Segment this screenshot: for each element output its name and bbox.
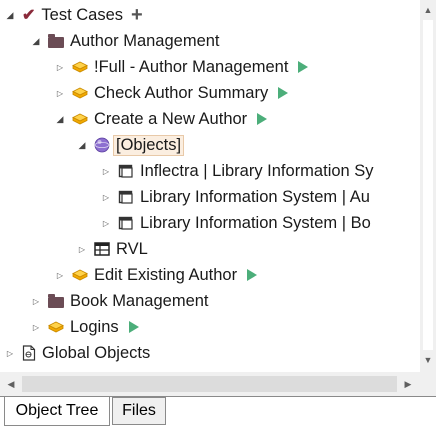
tree-node-rvl[interactable]: ▷ RVL [76, 236, 148, 262]
tree-node-check-author-summary[interactable]: ▷ Check Author Summary [54, 80, 289, 106]
tree-node-object-item[interactable]: ▷ Library Information System | Au [100, 184, 370, 210]
scroll-left-icon[interactable]: ◀ [3, 376, 19, 392]
tree-node-label: Library Information System | Bo [140, 213, 371, 232]
expand-arrow-icon[interactable]: ▷ [54, 63, 66, 72]
collapse-arrow-icon[interactable]: ◢ [54, 114, 66, 125]
tree-node-objects[interactable]: ◢ [Objects] [76, 132, 185, 158]
tree-node-label: [Objects] [113, 134, 185, 156]
tree-node-label: Test Cases [41, 5, 124, 24]
tree-node-label: Author Management [70, 31, 220, 50]
object-tree[interactable]: ◢ ✔ Test Cases + ◢ Author Management ▷ !… [0, 0, 420, 372]
window-icon [118, 216, 133, 230]
test-case-icon [72, 87, 88, 99]
play-icon[interactable] [298, 61, 309, 73]
expand-arrow-icon[interactable]: ▷ [100, 219, 112, 228]
tree-node-label: Logins [70, 317, 119, 336]
tree-node-book-management[interactable]: ▷ Book Management [30, 288, 209, 314]
tree-node-label: Global Objects [42, 343, 151, 362]
tree-node-create-new-author[interactable]: ◢ Create a New Author [54, 106, 268, 132]
test-case-icon [72, 269, 88, 281]
play-icon[interactable] [257, 113, 268, 125]
window-icon [118, 190, 133, 204]
objects-sphere-icon [94, 137, 110, 153]
tree-node-label: !Full - Author Management [94, 57, 289, 76]
tab-files[interactable]: Files [112, 397, 166, 425]
folder-icon [48, 33, 64, 48]
test-case-icon [72, 113, 88, 125]
tree-node-label: Edit Existing Author [94, 265, 238, 284]
scroll-down-icon[interactable]: ▼ [420, 352, 436, 368]
tab-object-tree[interactable]: Object Tree [4, 397, 110, 426]
tree-node-label: Library Information System | Au [140, 187, 370, 206]
expand-arrow-icon[interactable]: ▷ [54, 89, 66, 98]
play-icon[interactable] [247, 269, 258, 281]
vertical-scrollbar[interactable]: ▲ ▼ [420, 0, 436, 372]
scroll-up-icon[interactable]: ▲ [420, 2, 436, 18]
vertical-scroll-thumb[interactable] [423, 20, 433, 350]
tree-node-object-item[interactable]: ▷ Inflectra | Library Information Sy [100, 158, 374, 184]
tree-node-author-management[interactable]: ◢ Author Management [30, 28, 220, 54]
horizontal-scroll-thumb[interactable] [22, 376, 397, 392]
test-case-icon [72, 61, 88, 73]
tree-node-label: Create a New Author [94, 109, 248, 128]
tree-node-edit-existing-author[interactable]: ▷ Edit Existing Author [54, 262, 258, 288]
expand-arrow-icon[interactable]: ▷ [100, 167, 112, 176]
window-icon [118, 164, 133, 178]
tree-node-label: Inflectra | Library Information Sy [140, 161, 374, 180]
expand-arrow-icon[interactable]: ▷ [76, 245, 88, 254]
play-icon[interactable] [128, 321, 139, 333]
tree-node-label: Book Management [70, 291, 209, 310]
tree-node-global-objects[interactable]: ▷ Global Objects [4, 340, 150, 366]
horizontal-scrollbar[interactable]: ◀ ▶ [0, 372, 420, 396]
tree-node-label: RVL [116, 239, 148, 258]
tab-bar: Object Tree Files [0, 396, 436, 431]
expand-arrow-icon[interactable]: ▷ [54, 271, 66, 280]
folder-icon [48, 293, 64, 308]
collapse-arrow-icon[interactable]: ◢ [76, 140, 88, 151]
play-icon[interactable] [278, 87, 289, 99]
collapse-arrow-icon[interactable]: ◢ [30, 36, 42, 47]
grid-icon [94, 242, 110, 256]
expand-arrow-icon[interactable]: ▷ [30, 297, 42, 306]
tree-node-object-item[interactable]: ▷ Library Information System | Bo [100, 210, 371, 236]
tree-node-label: Check Author Summary [94, 83, 269, 102]
test-case-icon [48, 321, 64, 333]
add-icon[interactable]: + [131, 5, 143, 25]
expand-arrow-icon[interactable]: ▷ [4, 349, 16, 358]
tree-node-logins[interactable]: ▷ Logins [30, 314, 139, 340]
document-icon [22, 345, 36, 361]
tree-node-test-cases[interactable]: ◢ ✔ Test Cases + [4, 2, 143, 28]
expand-arrow-icon[interactable]: ▷ [30, 323, 42, 332]
scroll-right-icon[interactable]: ▶ [400, 376, 416, 392]
scrollbar-corner [420, 372, 436, 396]
tree-node-full-author-management[interactable]: ▷ !Full - Author Management [54, 54, 309, 80]
expand-arrow-icon[interactable]: ▷ [100, 193, 112, 202]
checkmark-icon: ✔ [22, 7, 36, 24]
collapse-arrow-icon[interactable]: ◢ [4, 10, 16, 21]
